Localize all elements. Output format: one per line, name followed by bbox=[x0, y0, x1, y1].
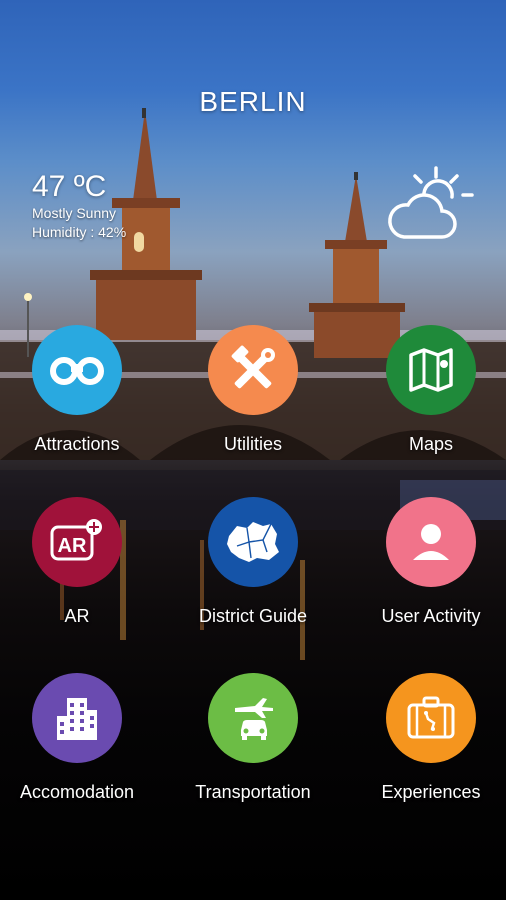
maps-circle bbox=[386, 325, 476, 415]
user-icon bbox=[413, 524, 449, 560]
weather-panel: 47 ºC Mostly Sunny Humidity : 42% bbox=[32, 170, 126, 242]
svg-text:AR: AR bbox=[58, 535, 87, 557]
ar-icon: AR bbox=[50, 519, 102, 561]
maps-button[interactable]: Maps bbox=[346, 325, 506, 455]
transportation-circle bbox=[208, 673, 298, 763]
district-guide-button[interactable]: District Guide bbox=[168, 497, 338, 627]
map-icon bbox=[409, 348, 453, 392]
weather-condition: Mostly Sunny bbox=[32, 205, 117, 221]
experiences-circle bbox=[386, 673, 476, 763]
district-map-icon bbox=[227, 522, 279, 562]
ar-circle: AR bbox=[32, 497, 122, 587]
district-guide-circle bbox=[208, 497, 298, 587]
user-activity-label: User Activity bbox=[381, 606, 481, 626]
accomodation-button[interactable]: Accomodation bbox=[0, 673, 162, 803]
transportation-label: Transportation bbox=[195, 782, 311, 802]
attractions-button[interactable]: Attractions bbox=[0, 325, 162, 455]
experiences-button[interactable]: Experiences bbox=[346, 673, 506, 803]
ar-button[interactable]: AR AR bbox=[0, 497, 162, 627]
user-activity-button[interactable]: User Activity bbox=[346, 497, 506, 627]
suitcase-icon bbox=[407, 696, 455, 739]
accomodation-circle bbox=[32, 673, 122, 763]
user-activity-circle bbox=[386, 497, 476, 587]
city-title: BERLIN bbox=[199, 86, 307, 117]
district-guide-label: District Guide bbox=[198, 606, 308, 626]
humidity: Humidity : 42% bbox=[32, 224, 127, 240]
building-icon bbox=[57, 698, 97, 740]
partly-sunny-icon bbox=[388, 166, 474, 239]
maps-label: Maps bbox=[408, 434, 453, 454]
transport-icon bbox=[235, 698, 273, 740]
ar-label: AR bbox=[64, 606, 90, 626]
utilities-button[interactable]: Utilities bbox=[168, 325, 338, 455]
utilities-circle bbox=[208, 325, 298, 415]
tools-icon bbox=[231, 345, 275, 389]
temperature: 47 ºC bbox=[32, 170, 107, 203]
experiences-label: Experiences bbox=[381, 782, 481, 802]
accomodation-label: Accomodation bbox=[19, 782, 135, 802]
utilities-label: Utilities bbox=[223, 434, 282, 454]
attractions-label: Attractions bbox=[34, 434, 120, 454]
attractions-circle bbox=[32, 325, 122, 415]
transportation-button[interactable]: Transportation bbox=[168, 673, 338, 803]
binoculars-icon bbox=[50, 357, 104, 385]
